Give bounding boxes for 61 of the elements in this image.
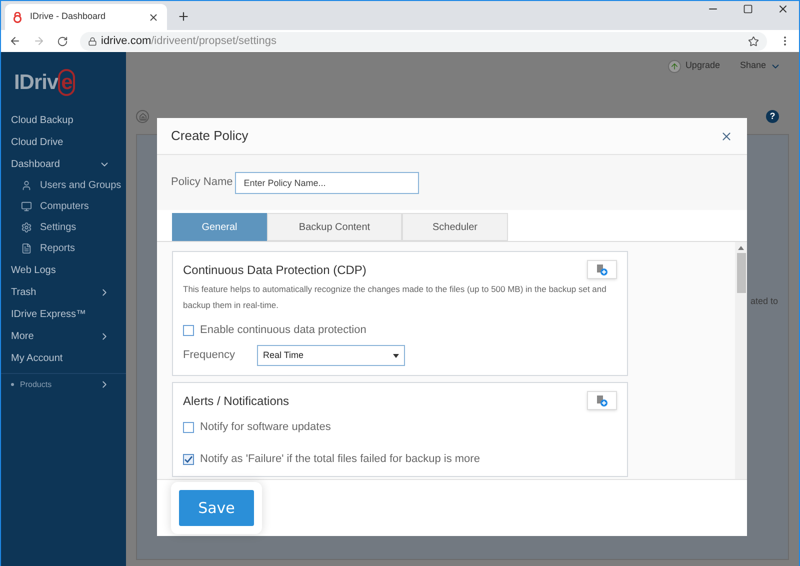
browser-tab[interactable]: IDrive - Dashboard <box>5 4 167 30</box>
arrow-up-icon <box>668 60 682 72</box>
sidebar-item[interactable]: More <box>11 328 34 344</box>
sidebar-item[interactable]: Cloud Drive <box>11 134 64 150</box>
policy-name-field[interactable]: Enter Policy Name... <box>234 172 419 194</box>
section-description: This feature helps to automatically recognize the changes made to the files (up to 500 MB) in the backup set and backup them in real-time. <box>183 283 608 312</box>
dialog-title: Create Policy <box>171 127 248 146</box>
maximize-icon[interactable] <box>743 4 753 14</box>
back-icon[interactable] <box>9 35 21 47</box>
scrollbar[interactable] <box>735 242 747 479</box>
sidebar-item[interactable]: Web Logs <box>11 262 56 278</box>
scrollbar-thumb[interactable] <box>736 253 746 293</box>
tab[interactable]: Backup Content <box>267 213 402 241</box>
dropdown-caret-icon <box>393 354 399 358</box>
section-title: Alerts / Notifications <box>183 392 290 410</box>
close-icon[interactable] <box>720 130 733 142</box>
help-icon[interactable]: ? <box>766 110 779 123</box>
reload-icon[interactable] <box>57 36 68 46</box>
tab-title: IDrive - Dashboard <box>30 10 107 24</box>
sidebar-item[interactable]: Cloud Backup <box>11 112 74 128</box>
gear-icon <box>21 222 32 233</box>
checkbox-label: Enable continuous data protection <box>200 322 366 338</box>
sidebar-item[interactable]: Products <box>20 378 52 390</box>
checkbox-label: Notify for software updates <box>200 420 331 435</box>
logo: IDrive <box>14 72 76 93</box>
sidebar-item[interactable]: Reports <box>40 241 76 256</box>
address-bar[interactable]: idrive.com/idriveent/propset/settings <box>80 32 767 50</box>
section-title: Continuous Data Protection (CDP) <box>183 262 366 278</box>
checkbox-label: Notify as 'Failure' if the total files failed for backup is more <box>200 452 480 467</box>
bullet-icon <box>11 383 14 386</box>
checkbox[interactable] <box>183 454 194 464</box>
checkbox[interactable] <box>183 422 194 432</box>
user-menu[interactable]: Shane <box>740 59 766 73</box>
monitor-icon <box>21 201 32 212</box>
field-label: Policy Name <box>171 175 233 190</box>
new-tab-icon[interactable] <box>177 10 190 23</box>
sidebar-item[interactable]: Trash <box>11 284 36 300</box>
document-plus-icon <box>596 264 608 276</box>
sidebar-item[interactable]: Dashboard <box>11 156 60 172</box>
bookmark-star-icon[interactable] <box>748 36 759 46</box>
sidebar-item[interactable]: Computers <box>40 199 89 214</box>
copy-settings-button[interactable] <box>587 391 617 410</box>
tab[interactable]: Scheduler <box>402 213 508 241</box>
lock-logo-icon <box>13 12 22 22</box>
sidebar-item[interactable]: Users and Groups <box>40 178 122 193</box>
scroll-up-arrow-icon[interactable] <box>738 246 744 250</box>
user-icon <box>21 180 32 191</box>
close-icon[interactable] <box>148 12 159 22</box>
copy-settings-button[interactable] <box>587 260 617 279</box>
background-text: ated to <box>750 295 778 308</box>
lock-icon <box>88 36 97 46</box>
sidebar-item[interactable]: My Account <box>11 350 63 366</box>
frequency-dropdown[interactable]: Real Time <box>257 345 405 366</box>
field-label: Frequency <box>183 348 236 364</box>
document-icon <box>21 243 32 254</box>
document-plus-icon <box>596 394 608 406</box>
checkbox[interactable] <box>183 324 194 336</box>
sidebar-item[interactable]: Settings <box>40 220 76 235</box>
url-text: idrive.com/idriveent/propset/settings <box>101 34 276 49</box>
close-icon[interactable] <box>777 3 789 15</box>
sidebar-item[interactable]: IDrive Express™ <box>11 306 86 322</box>
